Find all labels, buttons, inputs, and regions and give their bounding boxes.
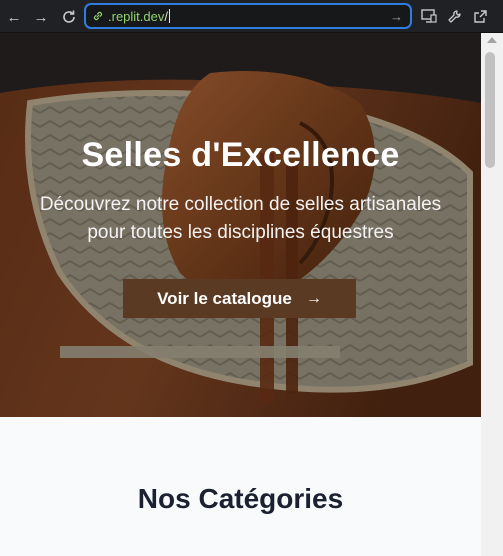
link-icon xyxy=(93,11,103,21)
reload-icon[interactable] xyxy=(58,6,80,28)
scroll-up-icon[interactable] xyxy=(487,37,497,43)
url-bar[interactable]: .replit.dev/ → xyxy=(84,3,412,29)
wrench-icon[interactable] xyxy=(445,7,463,25)
categories-heading: Nos Catégories xyxy=(137,483,344,514)
hero-title: Selles d'Excellence xyxy=(81,136,400,174)
scroll-thumb[interactable] xyxy=(485,52,495,168)
open-external-icon[interactable] xyxy=(471,7,489,25)
view-catalogue-button[interactable]: Voir le catalogue → xyxy=(123,279,356,318)
hero-subtitle-line2: pour toutes les disciplines équestres xyxy=(87,222,394,243)
url-path: / xyxy=(164,9,168,24)
arrow-right-icon: → xyxy=(305,289,322,307)
forward-arrow-icon[interactable]: → xyxy=(30,6,52,28)
screen-cast-icon[interactable] xyxy=(420,7,438,25)
hero-subtitle: Découvrez notre collection de selles art… xyxy=(20,191,461,247)
url-text: .replit.dev/ xyxy=(108,9,170,24)
browser-toolbar: ← → .replit.dev/ → xyxy=(0,0,503,33)
url-host: .replit.dev xyxy=(108,9,165,24)
page-viewport: Selles d'Excellence Découvrez notre coll… xyxy=(0,33,481,556)
view-catalogue-label: Voir le catalogue xyxy=(157,288,292,308)
back-arrow-icon[interactable]: ← xyxy=(3,6,25,28)
go-arrow-icon[interactable]: → xyxy=(390,9,403,24)
text-caret xyxy=(169,9,170,23)
hero-subtitle-line1: Découvrez notre collection de selles art… xyxy=(39,194,442,215)
page-scrollbar[interactable] xyxy=(481,33,503,556)
hero-section: Selles d'Excellence Découvrez notre coll… xyxy=(0,33,481,417)
